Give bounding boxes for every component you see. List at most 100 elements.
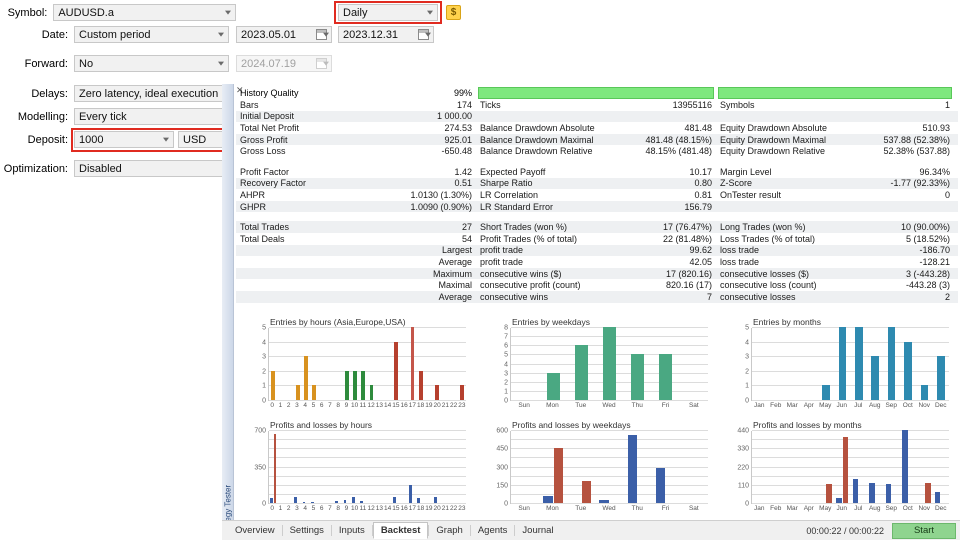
date-period-select[interactable]: Custom period [74, 26, 229, 43]
chevron-down-icon [163, 137, 169, 142]
bar [543, 496, 553, 503]
bar-slot [916, 328, 932, 400]
x-tick-label: 21 [441, 402, 449, 409]
x-tick-label: Mon [546, 505, 559, 512]
bar [394, 341, 399, 400]
tab-backtest[interactable]: Backtest [372, 522, 429, 539]
table-row: Total Net Profit 274.53 Balance Drawdown A… [236, 122, 958, 134]
stat-cell: Maximum [236, 268, 476, 280]
date-row: Date: Custom period [0, 25, 236, 44]
chevron-down-icon [323, 32, 329, 37]
x-tick-label: 23 [458, 505, 466, 512]
stat-value: 0.51 [454, 178, 472, 189]
x-tick-label: 18 [417, 402, 425, 409]
forward-select[interactable]: No [74, 55, 229, 72]
forward-value: No [79, 57, 94, 70]
x-axis-labels: 0 1 2 3 4 5 6 7 8 9 10 11 12 13 14 15 16 17 18 19 20 21 22 23 [268, 504, 466, 512]
y-axis: 0 1 2 3 4 5 [731, 325, 751, 405]
y-tick-label: 4 [745, 339, 749, 347]
bar-slot [567, 431, 595, 503]
bottom-tab-bar: Overview Settings Inputs Backtest Graph Agent… [222, 520, 960, 540]
currency-icon-button[interactable]: $ [446, 5, 461, 20]
tab-journal[interactable]: Journal [515, 523, 560, 538]
y-tick-label: 700 [254, 427, 266, 435]
tab-graph[interactable]: Graph [429, 523, 469, 538]
y-tick-label: 0 [262, 397, 266, 405]
chart-title: Profits and losses by months [753, 420, 862, 430]
y-tick-label: 110 [737, 482, 749, 490]
stat-cell: OnTester result 0 [716, 189, 954, 201]
bar-slot [351, 328, 359, 400]
table-row: Gross Loss -650.48 Balance Drawdown Relati… [236, 145, 958, 157]
stat-cell: Margin Level 96.34% [716, 166, 954, 178]
optimization-select[interactable]: Disabled [74, 160, 229, 177]
trade-statistics-rows: Total Trades 27 Short Trades (won %) 17 (76… [236, 221, 958, 303]
stat-key: Recovery Factor [240, 178, 307, 189]
x-tick-label: 14 [384, 402, 392, 409]
bar-slot [768, 328, 784, 400]
bar [360, 501, 363, 503]
stat-value: 0 [944, 189, 950, 200]
stat-key: AHPR [240, 189, 266, 200]
bar [312, 385, 316, 400]
date-period-value: Custom period [79, 28, 151, 41]
bar [295, 385, 300, 400]
history-quality-cell: History Quality 99% [236, 86, 476, 99]
chart-grid [510, 327, 708, 401]
x-tick-label: 11 [359, 505, 367, 512]
chevron-down-icon [425, 32, 431, 37]
y-tick-label: 150 [496, 482, 508, 490]
symbol-select[interactable]: AUDUSD.a [53, 4, 236, 21]
tester-settings-form: Symbol: AUDUSD.a Date: Custom period For… [0, 0, 236, 520]
x-tick-label: Fri [661, 402, 670, 409]
stat-cell: profit trade 42.05 [476, 256, 716, 268]
strategy-tester-side-tab[interactable]: Strategy Tester [222, 84, 234, 539]
bar-slot [801, 431, 817, 503]
bar-slot [376, 431, 384, 503]
stat-value: 52.38% (537.88) [883, 146, 950, 157]
modelling-select[interactable]: Every tick [74, 108, 229, 125]
bar-slot [269, 431, 277, 503]
tab-inputs[interactable]: Inputs [332, 523, 372, 538]
date-from-input[interactable]: 2023.05.01 [236, 26, 332, 43]
bar [361, 370, 366, 400]
x-tick-label: 17 [408, 505, 416, 512]
x-tick-label: 0 [270, 402, 274, 409]
deposit-input[interactable]: 1000 [74, 131, 174, 148]
stat-key: Expected Payoff [480, 166, 546, 177]
tab-overview[interactable]: Overview [228, 523, 282, 538]
x-tick-label: 8 [336, 505, 340, 512]
x-tick-label: Dec [934, 505, 947, 512]
stat-key: Gross Loss [240, 146, 286, 157]
tab-agents[interactable]: Agents [471, 523, 515, 538]
bar [581, 480, 592, 503]
stat-cell: Equity Drawdown Absolute 510.93 [716, 122, 954, 134]
table-row: Profit Factor 1.42 Expected Payoff 10.17 Mar… [236, 166, 958, 178]
bar [269, 498, 273, 503]
stat-cell: LR Standard Error 156.79 [476, 201, 716, 213]
stat-key: Total Trades [240, 222, 290, 233]
y-tick-label: 0 [504, 500, 508, 508]
stat-key: consecutive losses ($) [720, 268, 810, 279]
bar-slot [624, 431, 652, 503]
stat-cell: consecutive loss (count) -443.28 (3) [716, 279, 954, 291]
forward-date-input[interactable]: 2024.07.19 [236, 55, 332, 72]
stat-value: -443.28 (3) [905, 280, 950, 291]
history-quality-key: History Quality [240, 87, 299, 98]
x-tick-label: Mar [786, 402, 798, 409]
chevron-down-icon [323, 61, 329, 66]
bar [353, 370, 358, 400]
start-button[interactable]: Start [892, 522, 956, 539]
x-tick-label: 1 [278, 402, 283, 409]
delays-select[interactable]: Zero latency, ideal execution [74, 85, 229, 102]
chart-title: Profits and losses by hours [270, 420, 373, 430]
stat-key: consecutive loss (count) [720, 280, 817, 291]
x-tick-label: 12 [367, 505, 375, 512]
timeframe-select[interactable]: Daily [338, 4, 438, 21]
bar [294, 496, 298, 503]
x-tick-label: Fri [661, 505, 670, 512]
forward-date-value: 2024.07.19 [241, 57, 297, 70]
date-to-input[interactable]: 2023.12.31 [338, 26, 434, 43]
tab-settings[interactable]: Settings [283, 523, 331, 538]
stat-value: 17 (76.47%) [662, 222, 712, 233]
